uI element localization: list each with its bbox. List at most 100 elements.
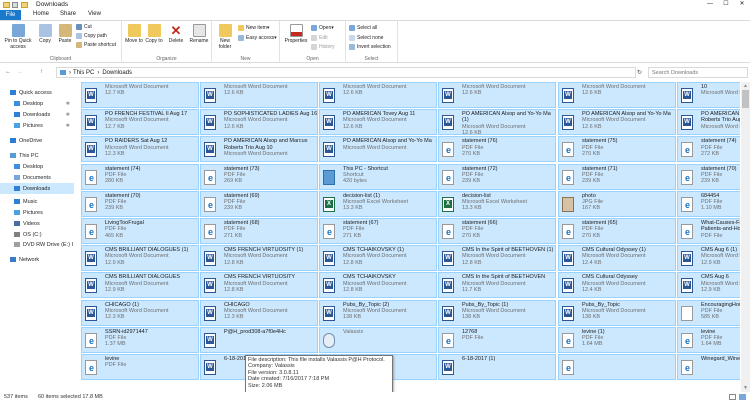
minimize-button[interactable]: — [702, 0, 718, 9]
file-item[interactable]: statement (74)PDF File280 KB [81, 163, 199, 190]
open-button[interactable]: Open ▾ [311, 25, 334, 31]
nav-item[interactable]: DVD RW Drive (E:) I [0, 239, 74, 250]
file-item[interactable]: CMS In the Spirit of BEETHOVEN (1)Micros… [438, 245, 556, 272]
file-item[interactable]: CMS TCHAIKOVSKYMicrosoft Word Document12… [319, 272, 437, 299]
scroll-up-icon[interactable]: ▲ [743, 83, 748, 89]
nav-item[interactable]: Downloads [0, 183, 74, 194]
up-arrow-icon[interactable]: ↑ [40, 69, 43, 75]
properties-button[interactable]: Properties [283, 24, 309, 44]
file-item[interactable]: statement (75)PDF File270 KB [558, 136, 676, 163]
file-item[interactable]: CMS FRENCH VIRTUOSITYMicrosoft Word Docu… [200, 272, 318, 299]
nav-item[interactable]: Downloads ✱ [0, 109, 74, 120]
move-to-button[interactable]: Move to [125, 24, 143, 44]
copy-button[interactable]: Copy [35, 24, 55, 44]
file-item[interactable]: levinePDF File1.64 MB [677, 326, 740, 353]
nav-item[interactable]: Pictures ✱ [0, 120, 74, 131]
file-item[interactable]: PO AMERICAN Alsop and Yo-Yo MaMicrosoft … [558, 109, 676, 136]
vertical-scrollbar[interactable]: ▲ ▼ [741, 82, 750, 392]
file-item[interactable]: Microsoft Word Document12.7 KB [81, 82, 199, 108]
nav-item[interactable]: Quick access [0, 87, 74, 98]
file-item[interactable]: CMS Cultural OdysseyMicrosoft Word Docum… [558, 272, 676, 299]
history-button[interactable]: History [311, 44, 335, 50]
edit-button[interactable]: Edit [311, 35, 328, 41]
file-item[interactable]: decision-listMicrosoft Excel Worksheet13… [438, 190, 556, 217]
file-item[interactable]: PO SOPHISTICATED LADIES Aug 16Microsoft … [200, 109, 318, 136]
file-item[interactable] [558, 354, 676, 380]
back-arrow-icon[interactable]: ← [5, 69, 11, 75]
file-item[interactable]: What-Causes-Fatigue-in-CLL-Patients-and-… [677, 218, 740, 244]
file-item[interactable]: Microsoft Word Document12.6 KB [438, 82, 556, 108]
breadcrumb-this-pc[interactable]: This PC [73, 70, 94, 76]
copy-to-button[interactable]: Copy to [145, 24, 163, 44]
scroll-thumb[interactable] [742, 90, 749, 108]
nav-item[interactable]: OneDrive [0, 135, 74, 146]
nav-item[interactable]: Desktop [0, 161, 74, 172]
file-item[interactable]: Winegard_Winegard_Boutwell_2017 [677, 354, 740, 380]
file-item[interactable]: LivingTooFrugalPDF File465 KB [81, 218, 199, 244]
file-item[interactable]: SSRN-id2971447PDF File1.37 MB [81, 326, 199, 353]
nav-item[interactable]: Music [0, 196, 74, 207]
tab-view[interactable]: View [88, 11, 101, 17]
file-item[interactable]: CMS Aug 6Microsoft Word Document12.9 KB [677, 272, 740, 299]
file-item[interactable]: statement (73)PDF File269 KB [200, 163, 318, 190]
rename-button[interactable]: Rename [188, 24, 210, 44]
file-item[interactable]: EncouragingHomeownershipPDF File585 KB [677, 299, 740, 326]
file-item[interactable]: levinePDF File [81, 354, 199, 380]
file-item[interactable]: CMS FRENCH VIRTUOSITY (1)Microsoft Word … [200, 245, 318, 272]
details-view-icon[interactable] [729, 394, 736, 400]
pin-button[interactable]: Pin to Quick access [3, 24, 33, 50]
file-item[interactable]: PO AMERICAN Alsop and Yo-Yo MaMicrosoft … [319, 136, 437, 163]
file-item[interactable]: decision-list (1)Microsoft Excel Workshe… [319, 190, 437, 217]
delete-button[interactable]: ✕ Delete [167, 24, 185, 44]
refresh-icon[interactable]: ↻ [637, 69, 642, 76]
tiles-view-icon[interactable] [739, 394, 746, 400]
file-item[interactable]: 6-18-2017 (1) [438, 354, 556, 380]
file-item[interactable]: PO AMERICAN Alsop and Marcus Roberts Tri… [200, 136, 318, 163]
file-item[interactable]: statement (66)PDF File270 KB [438, 218, 556, 244]
file-item[interactable]: Microsoft Word Document12.6 KB [200, 82, 318, 108]
maximize-button[interactable]: ☐ [718, 0, 734, 9]
nav-item[interactable]: Videos [0, 218, 74, 229]
forward-arrow-icon[interactable]: → [17, 69, 23, 75]
properties-icon[interactable] [12, 1, 18, 8]
file-item[interactable]: statement (72)PDF File239 KB [438, 163, 556, 190]
file-item[interactable]: CMS Aug 6 (1)Microsoft Word Document12.9… [677, 245, 740, 272]
file-item[interactable]: CMS TCHAIKOVSKY (1)Microsoft Word Docume… [319, 245, 437, 272]
new-item-button[interactable]: New item ▾ [238, 25, 269, 31]
file-item[interactable]: levine (1)PDF File1.64 MB [558, 326, 676, 353]
file-item[interactable]: 12768PDF File [438, 326, 556, 353]
file-item[interactable]: CHICAGOMicrosoft Word Document12.3 KB [200, 299, 318, 326]
select-all-button[interactable]: Select all [349, 25, 377, 31]
file-item[interactable]: PO AMERICAN Alsop and Marcus Roberts Tri… [677, 109, 740, 136]
paste-shortcut-button[interactable]: Paste shortcut [76, 42, 116, 48]
file-item[interactable]: statement (70)PDF File239 KB [677, 163, 740, 190]
select-none-button[interactable]: Select none [349, 35, 383, 41]
nav-item[interactable]: This PC [0, 150, 74, 161]
nav-item[interactable]: Network [0, 254, 74, 265]
paste-button[interactable]: Paste [56, 24, 74, 44]
file-item[interactable]: Pubs_By_Topic (2)Microsoft Word Document… [319, 299, 437, 326]
file-item[interactable]: PO RAIDERS Sat Aug 12Microsoft Word Docu… [81, 136, 199, 163]
file-item[interactable]: 684454PDF File1.10 MB [677, 190, 740, 217]
scroll-down-icon[interactable]: ▼ [743, 385, 748, 391]
search-input[interactable]: Search Downloads [648, 67, 748, 78]
nav-item[interactable]: Desktop ✱ [0, 98, 74, 109]
file-item[interactable]: Microsoft Word Document12.6 KB [319, 82, 437, 108]
new-folder-icon[interactable] [21, 1, 28, 8]
invert-selection-button[interactable]: Invert selection [349, 44, 391, 50]
file-item[interactable]: statement (71)PDF File239 KB [558, 163, 676, 190]
file-item[interactable]: CMS BRILLIANT DIALOGUES (1)Microsoft Wor… [81, 245, 199, 272]
tab-share[interactable]: Share [60, 11, 76, 17]
file-item[interactable]: Pubs_By_Topic (1)Microsoft Word Document… [438, 299, 556, 326]
file-item[interactable]: 10Microsoft Word Document [677, 82, 740, 108]
copy-path-button[interactable]: Copy path [76, 33, 107, 39]
file-item[interactable]: statement (65)PDF File270 KB [558, 218, 676, 244]
file-item[interactable]: statement (67)PDF File271 KB [319, 218, 437, 244]
file-item[interactable]: This PC - Shortcut Shortcut 420 bytes [319, 163, 437, 190]
file-item[interactable]: photo JPG File 167 KB [558, 190, 676, 217]
tab-file[interactable]: File [0, 10, 21, 20]
file-item[interactable]: statement (68)PDF File271 KB [200, 218, 318, 244]
new-folder-button[interactable]: New folder [215, 24, 235, 50]
file-item[interactable]: P@H_prod308-a7f0e4Hc [200, 326, 318, 353]
breadcrumb[interactable]: › This PC › Downloads [56, 67, 636, 78]
